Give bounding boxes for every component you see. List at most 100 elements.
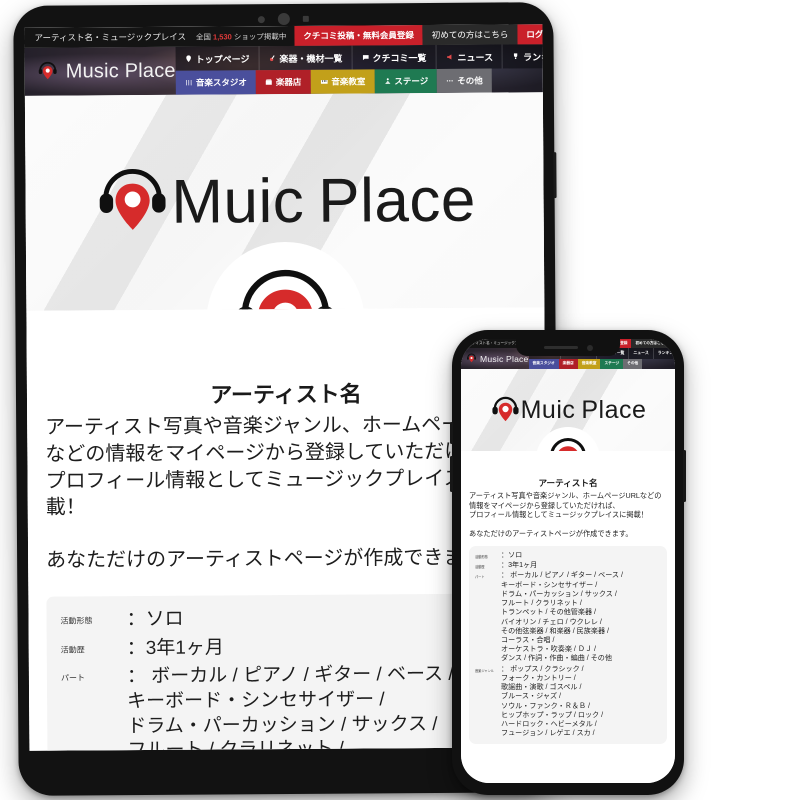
profile-row: パート ： ボーカル / ピアノ / ギター / ベース / キーボード・シンセ… xyxy=(475,571,661,663)
map-pin-headphones-icon xyxy=(38,61,57,80)
map-pin-icon xyxy=(186,55,191,63)
map-pin-headphones-icon xyxy=(467,353,476,363)
front-camera-icon xyxy=(277,12,290,26)
hero-word-2: ic xyxy=(556,395,576,424)
phone-device: アーティスト名・ミュージックプレイス 全国 1,530 ショップ掲載中 クチコミ… xyxy=(450,330,686,795)
artist-content: アーティスト名 アーティスト写真や音楽ジャンル、ホームページURLなどの情報をマ… xyxy=(461,451,675,745)
profile-label: 活動歴 xyxy=(60,645,85,655)
profile-value: ： ボーカル / ピアノ / ギター / ベース / キーボード・シンセサイザー… xyxy=(501,571,623,663)
tablet-power-button[interactable] xyxy=(553,152,557,199)
nav-item-label: 音楽教室 xyxy=(331,76,366,87)
nav-item-stage[interactable]: ステージ xyxy=(374,68,438,94)
piano-icon xyxy=(320,80,328,84)
nav-item-studio[interactable]: 音楽スタジオ xyxy=(528,358,559,369)
profile-label: 活動歴 xyxy=(475,565,485,570)
nav-primary-row: トップページ 楽器・機材一覧 クチコミ一覧 ニュース ランキング xyxy=(175,44,543,71)
hero-word-1: Mu xyxy=(171,167,259,237)
hero-word-2: ic xyxy=(258,166,305,237)
nav-item-other[interactable]: その他 xyxy=(623,358,643,369)
first-time-button[interactable]: 初めての方はこちら xyxy=(422,24,518,46)
tablet-sensor-row xyxy=(257,12,309,26)
profile-label: 活動形態 xyxy=(475,555,488,559)
nav-item-school[interactable]: 音楽教室 xyxy=(310,69,375,94)
nav-item-label: ランキング xyxy=(657,350,675,356)
nav-item-ranking[interactable]: ランキング xyxy=(501,44,543,69)
profile-row: パート ： ボーカル / ピアノ / ギター / ベース / キーボード・シンセ… xyxy=(61,663,517,751)
profile-value: ： ポップス / クラシック / フォーク・カントリー / 歌謡曲・演歌 / ゴ… xyxy=(501,664,604,738)
top-utility-bar: アーティスト名・ミュージックプレイス 全国 1,530 ショップ掲載中 クチコミ… xyxy=(24,24,548,48)
trophy-icon xyxy=(514,53,518,60)
website-phone: アーティスト名・ミュージックプレイス 全国 1,530 ショップ掲載中 クチコミ… xyxy=(461,339,675,783)
hero-brand-lockup: Mu ic Place xyxy=(490,395,647,426)
phone-mute-switch[interactable] xyxy=(450,422,453,444)
profile-info-box: 活動形態 ：ソロ 活動歴 ：3年1ヶ月 パート ： ボーカル / ピアノ / ギ… xyxy=(469,546,667,745)
artist-description: アーティスト写真や音楽ジャンル、ホームページURLなどの情報をマイページから登録… xyxy=(469,491,662,519)
nav-item-stage[interactable]: ステージ xyxy=(600,358,624,369)
review-register-button[interactable]: クチコミ投稿・無料会員登録 xyxy=(294,25,423,46)
nav-item-news[interactable]: ニュース xyxy=(628,348,653,359)
nav-item-reviews[interactable]: クチコミ一覧 xyxy=(351,44,436,70)
brand-name: Music Place xyxy=(480,353,529,364)
light-sensor-icon xyxy=(302,15,309,22)
phone-screen: アーティスト名・ミュージックプレイス 全国 1,530 ショップ掲載中 クチコミ… xyxy=(461,339,675,783)
nav-item-label: ランキング xyxy=(523,51,543,62)
profile-value: ：3年1ヶ月 xyxy=(501,561,538,570)
artist-description-secondary: あなただけのアーティストページが作成できます。 xyxy=(469,528,633,538)
spotlight-icon xyxy=(384,78,391,84)
login-button[interactable]: ログイン xyxy=(671,339,675,348)
hero-banner: Mu ic Place xyxy=(24,92,545,311)
nav-item-label: ステージ xyxy=(394,75,429,87)
phone-power-button[interactable] xyxy=(683,450,686,502)
nav-item-label: 音楽教室 xyxy=(581,361,597,366)
nav-item-studio[interactable]: 音楽スタジオ xyxy=(175,70,256,95)
profile-row: 活動形態 ：ソロ xyxy=(60,605,514,633)
front-camera-icon xyxy=(586,344,593,351)
nav-item-label: 音楽スタジオ xyxy=(532,361,555,366)
dots-icon xyxy=(447,80,454,82)
hero-word-3: Place xyxy=(581,395,647,424)
nav-item-label: 楽器店 xyxy=(275,76,302,88)
hero-word-3: Place xyxy=(318,165,477,236)
nav-item-label: 楽器店 xyxy=(562,361,574,366)
profile-label: パート xyxy=(475,575,485,580)
nav-item-label: その他 xyxy=(457,75,483,86)
nav-item-shop[interactable]: 楽器店 xyxy=(255,69,311,95)
nav-item-top[interactable]: トップページ xyxy=(175,46,259,71)
nav-item-instruments[interactable]: 楽器・機材一覧 xyxy=(258,45,352,71)
phone-notch xyxy=(516,339,620,356)
page-title: アーティスト名・ミュージックプレイス xyxy=(34,31,187,43)
profile-label: 活動形態 xyxy=(60,616,93,626)
hero-banner: Mu ic Place xyxy=(461,369,675,451)
nav-item-other[interactable]: その他 xyxy=(437,68,492,93)
nav-item-label: トップページ xyxy=(195,53,250,65)
shop-count-number: 1,530 xyxy=(212,31,232,42)
map-pin-headphones-icon xyxy=(492,396,519,421)
profile-value: ：ソロ xyxy=(501,551,523,559)
nav-item-news[interactable]: ニュース xyxy=(435,44,503,69)
sensor-dot-icon xyxy=(257,15,265,23)
nav-item-label: クチコミ一覧 xyxy=(372,52,427,63)
profile-label: 音楽ジャンル xyxy=(475,668,494,673)
artist-name-heading: アーティスト名 xyxy=(538,478,598,488)
guitar-icon xyxy=(269,55,275,62)
profile-label: パート xyxy=(60,673,85,683)
nav-item-label: ニュース xyxy=(633,350,649,356)
mixer-icon xyxy=(186,79,192,86)
screenshot-stage: アーティスト名・ミュージックプレイス 全国 1,530 ショップ掲載中 クチコミ… xyxy=(0,0,800,800)
map-pin-headphones-icon xyxy=(550,438,586,451)
profile-row: 活動形態 ：ソロ xyxy=(475,551,661,560)
brand-logo[interactable]: Music Place xyxy=(25,47,176,96)
login-button[interactable]: ログイン xyxy=(517,24,548,45)
first-time-button[interactable]: 初めての方はこちら xyxy=(631,339,672,348)
nav-item-ranking[interactable]: ランキング xyxy=(652,348,675,359)
phone-volume-button[interactable] xyxy=(450,456,453,492)
brand-name: Music Place xyxy=(65,59,176,83)
megaphone-icon xyxy=(446,54,452,60)
map-pin-headphones-icon xyxy=(99,168,166,230)
nav-item-school[interactable]: 音楽教室 xyxy=(577,358,601,369)
nav-item-label: ニュース xyxy=(457,52,494,63)
speech-bubble-icon xyxy=(362,55,369,61)
shop-count-label: 全国 1,530 ショップ掲載中 xyxy=(196,26,294,47)
nav-item-shop[interactable]: 楽器店 xyxy=(558,358,578,369)
nav-secondary-row: 音楽スタジオ 楽器店 音楽教室 ステージ その他 xyxy=(528,358,675,369)
